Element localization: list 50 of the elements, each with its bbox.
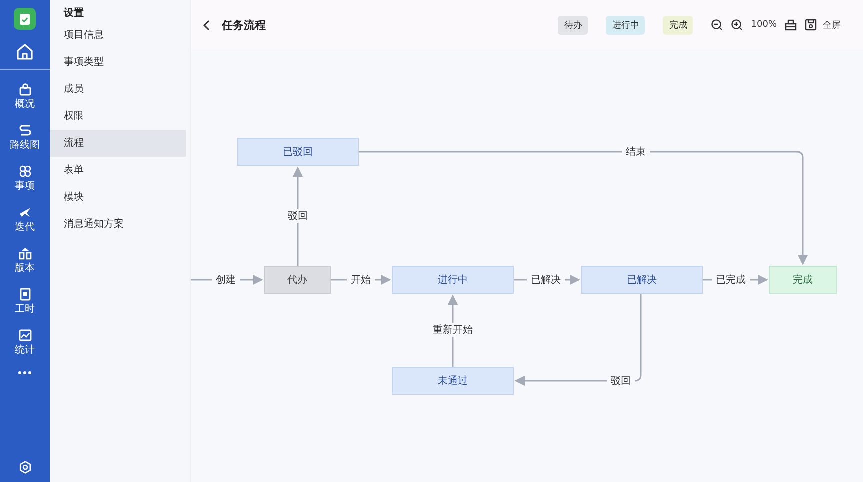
transition-label: 驳回 <box>607 374 635 388</box>
panel-title: 设置 <box>62 6 85 21</box>
state-node[interactable]: 代办 <box>264 266 331 294</box>
zoom-in-icon[interactable] <box>731 19 744 31</box>
legend-tag: 待办 <box>558 16 588 34</box>
menu-item[interactable]: 消息通知方案 <box>50 211 190 238</box>
legend-tag: 进行中 <box>606 16 646 34</box>
menu-item[interactable]: 流程 <box>50 130 186 157</box>
nav-item-icon <box>18 164 32 178</box>
more-icon[interactable] <box>18 371 32 375</box>
back-icon[interactable] <box>203 20 210 30</box>
nav-item[interactable]: 概况 <box>0 76 50 117</box>
layout-icon[interactable] <box>785 19 797 31</box>
state-node[interactable]: 完成 <box>769 266 837 294</box>
nav-item-icon <box>18 82 32 96</box>
settings-icon[interactable] <box>18 461 32 474</box>
transition-label: 结束 <box>622 145 650 159</box>
state-node[interactable]: 未通过 <box>392 367 514 395</box>
nav-item-icon <box>18 328 32 342</box>
nav-item-icon <box>18 246 32 260</box>
fullscreen-button[interactable]: 全屏 <box>823 18 841 32</box>
menu-item[interactable]: 权限 <box>50 103 190 130</box>
transition-label: 创建 <box>212 273 240 287</box>
app-logo-icon[interactable] <box>14 8 36 30</box>
nav-item[interactable]: 事项 <box>0 158 50 199</box>
transition-label: 开始 <box>347 273 375 287</box>
menu-item[interactable]: 成员 <box>50 76 190 103</box>
home-icon[interactable] <box>16 43 34 61</box>
page-title: 任务流程 <box>222 18 266 32</box>
menu-item[interactable]: 模块 <box>50 184 190 211</box>
legend-tag: 完成 <box>663 16 694 34</box>
nav-item-icon <box>18 206 32 218</box>
nav-item-icon <box>18 124 32 136</box>
nav-item[interactable]: 统计 <box>0 322 50 363</box>
nav-item[interactable]: 迭代 <box>0 199 50 240</box>
state-node[interactable]: 已解决 <box>581 266 703 294</box>
nav-item-icon <box>18 288 32 300</box>
menu-item[interactable]: 表单 <box>50 157 190 184</box>
transition-label: 已解决 <box>527 273 565 287</box>
nav-item[interactable]: 版本 <box>0 240 50 281</box>
zoom-level: 100% <box>751 20 777 30</box>
zoom-out-icon[interactable] <box>711 19 724 31</box>
state-node[interactable]: 进行中 <box>392 266 514 294</box>
menu-item[interactable]: 项目信息 <box>50 22 190 49</box>
nav-item[interactable]: 工时 <box>0 281 50 322</box>
state-node[interactable]: 已驳回 <box>237 138 359 166</box>
nav-item[interactable]: 路线图 <box>0 117 50 158</box>
menu-item[interactable]: 事项类型 <box>50 49 190 76</box>
save-icon[interactable] <box>805 19 817 31</box>
transition-label: 已完成 <box>712 273 750 287</box>
